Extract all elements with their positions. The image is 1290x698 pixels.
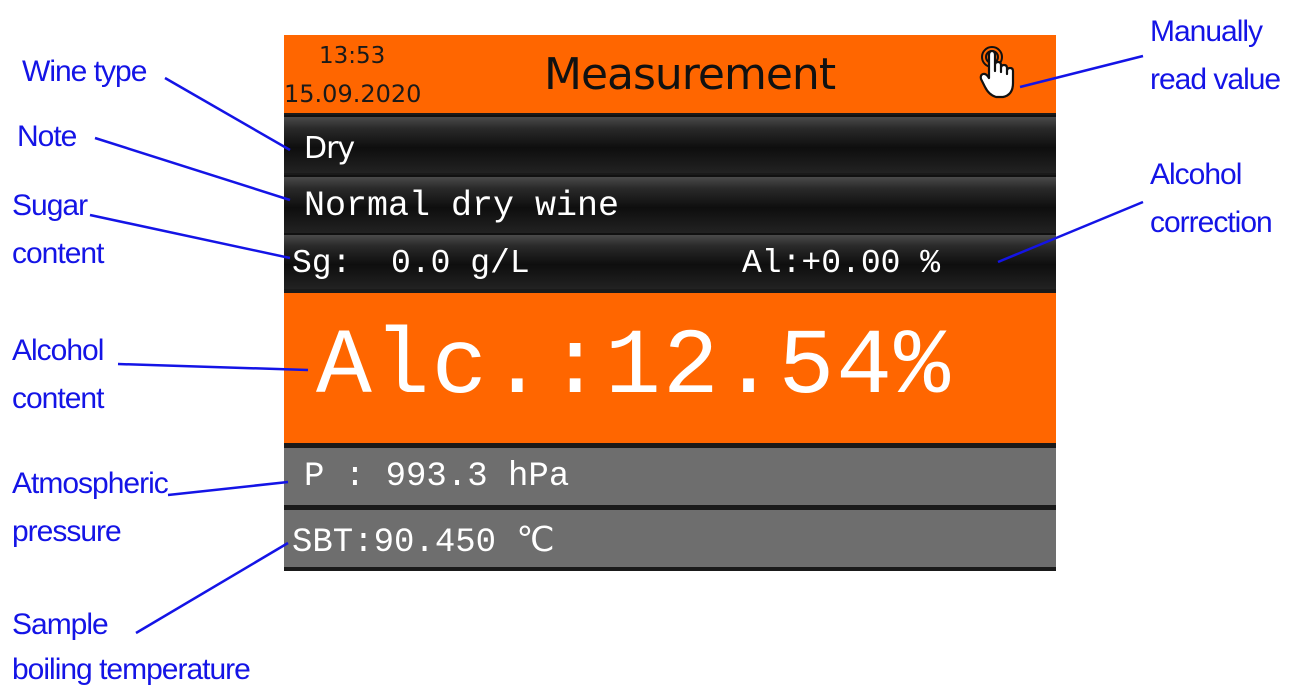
wine-type-row[interactable]: Dry — [284, 115, 1056, 173]
label-manual-line2: read value — [1150, 63, 1281, 96]
leader-pressure — [167, 480, 289, 497]
label-alcohol-line2: content — [12, 382, 104, 415]
label-note: Note — [17, 120, 77, 153]
leader-sugar — [89, 213, 291, 260]
label-sugar-line2: content — [12, 237, 104, 270]
sugar-row: Sg: 0.0 g/L Al:+0.00 % — [284, 233, 1056, 289]
note-value: Normal dry wine — [304, 186, 620, 226]
label-pressure-line2: pressure — [12, 515, 122, 548]
device-screen: 13:53 15.09.2020 Measurement Dry Normal … — [284, 35, 1056, 571]
alcohol-content-value: Alc.:12.54% — [316, 315, 952, 420]
clock-date: 15.09.2020 — [284, 80, 422, 108]
label-wine-type: Wine type — [22, 55, 147, 88]
note-row[interactable]: Normal dry wine — [284, 175, 1056, 233]
header-bar: 13:53 15.09.2020 Measurement — [284, 35, 1056, 113]
sugar-content-value: Sg: 0.0 g/L — [292, 245, 530, 282]
label-sample-line2: boiling temperature — [12, 653, 251, 686]
leader-sample — [135, 541, 289, 635]
boiling-temperature-value: SBT:90.450 ℃ — [292, 524, 555, 562]
leader-note — [94, 136, 291, 202]
clock-time: 13:53 — [319, 43, 386, 69]
pressure-row: P : 993.3 hPa — [284, 445, 1056, 505]
pressure-value: P : 993.3 hPa — [304, 458, 570, 496]
leader-wine-type — [164, 76, 291, 152]
label-correction-line2: correction — [1150, 206, 1273, 239]
hand-pointer-icon[interactable] — [978, 45, 1022, 101]
sbt-row: SBT:90.450 ℃ — [284, 507, 1056, 567]
alcohol-block: Alc.:12.54% — [284, 293, 1056, 443]
wine-type-value: Dry — [304, 131, 355, 166]
page-title: Measurement — [544, 49, 836, 100]
alcohol-correction-value: Al:+0.00 % — [742, 245, 941, 282]
leader-alcohol — [117, 362, 309, 372]
